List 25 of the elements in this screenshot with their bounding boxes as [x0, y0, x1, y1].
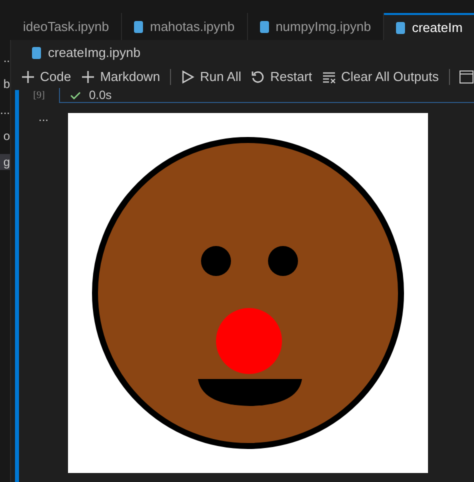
sidebar-item[interactable]: b	[0, 76, 10, 92]
editor-tab[interactable]: ideoTask.ipynb	[11, 13, 122, 40]
sidebar-item[interactable]: g	[0, 154, 10, 170]
editor-tab[interactable]: numpyImg.ipynb	[248, 13, 384, 40]
sidebar-item[interactable]: o	[0, 128, 10, 144]
output-menu[interactable]: ...	[19, 113, 68, 473]
sidebar-item[interactable]: ...	[0, 102, 10, 118]
toolbar-button[interactable]: Run All	[181, 66, 242, 86]
notebook-file-icon	[32, 46, 41, 58]
toolbar-button[interactable]: Clear All Outputs	[322, 66, 439, 86]
clear-list-icon	[322, 70, 336, 84]
play-icon	[181, 70, 196, 84]
toolbar-button[interactable]: Markdown	[81, 66, 160, 86]
execution-count: [9]	[32, 89, 46, 103]
editor-tab[interactable]: mahotas.ipynb	[122, 13, 248, 40]
toolbar-button[interactable]: Restart	[251, 66, 312, 86]
editor-tab[interactable]: createIm	[384, 13, 474, 40]
breadcrumb[interactable]: createImg.ipynb	[48, 42, 140, 62]
restart-icon	[251, 70, 266, 84]
plus-icon	[81, 70, 96, 84]
variables-icon[interactable]	[459, 70, 474, 84]
execution-time: 0.0s	[89, 87, 112, 104]
toolbar-button[interactable]: Code	[21, 66, 72, 86]
sidebar-item[interactable]: ..	[0, 50, 10, 66]
plus-icon	[21, 70, 35, 84]
